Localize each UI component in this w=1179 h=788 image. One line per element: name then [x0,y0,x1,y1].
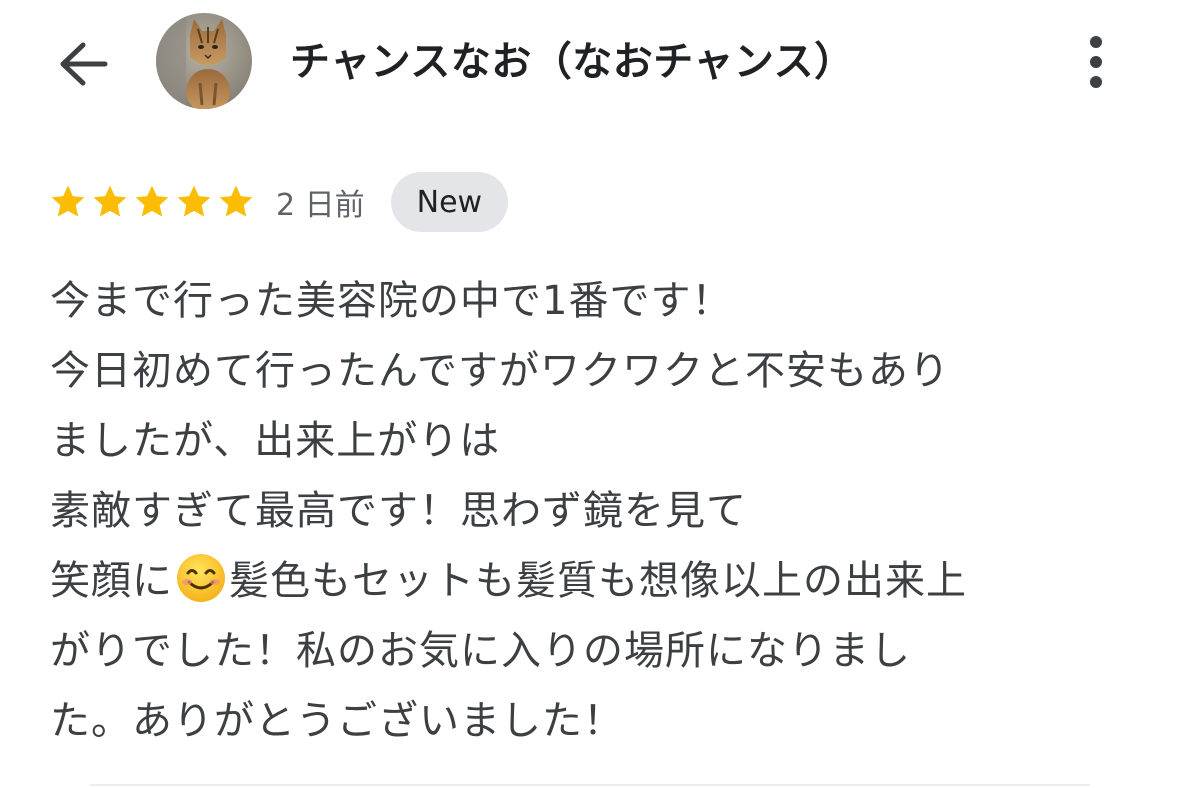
avatar[interactable] [156,13,252,109]
star-icon [177,185,211,217]
more-options-button[interactable] [1072,30,1120,94]
reviewer-name[interactable]: チャンスなお（なおチャンス） [290,34,855,90]
more-vert-icon [1090,36,1102,88]
star-icon [51,185,85,217]
arrow-left-icon [60,42,108,86]
review-text-segment: 笑顔に [50,558,173,604]
review-meta-row: 2 日前 New [48,172,509,232]
review-line: 今日初めて行ったんですがワクワクと不安もあり [50,348,950,394]
new-badge: New [390,172,509,232]
star-icon [135,185,169,217]
review-line: ましたが、出来上がりは [50,418,501,464]
review-text: 今まで行った美容院の中で1番です！ 今日初めて行ったんですがワクワクと不安もあり… [50,266,1140,756]
review-line: た。ありがとうございました！ [50,698,624,744]
review-line-with-emoji: 笑顔に 髪色もセットも髪質も想像以上の出来上 [50,546,1140,616]
star-icon [93,185,127,217]
back-button[interactable] [52,34,114,94]
review-line: 今まで行った美容院の中で1番です！ [50,278,733,324]
review-line: がりでした！私のお気に入りの場所になりまし [50,628,911,674]
star-rating [48,182,256,222]
review-header: チャンスなお（なおチャンス） [0,0,1179,124]
star-icon [219,185,253,217]
smiling-face-emoji-icon [177,554,225,602]
cat-photo-avatar-icon [156,13,252,109]
review-line: 素敵すぎて最高です！思わず鏡を見て [50,488,747,534]
divider [90,784,1090,786]
review-text-segment: 髪色もセットも髪質も想像以上の出来上 [229,558,967,604]
review-time: 2 日前 [276,188,365,223]
